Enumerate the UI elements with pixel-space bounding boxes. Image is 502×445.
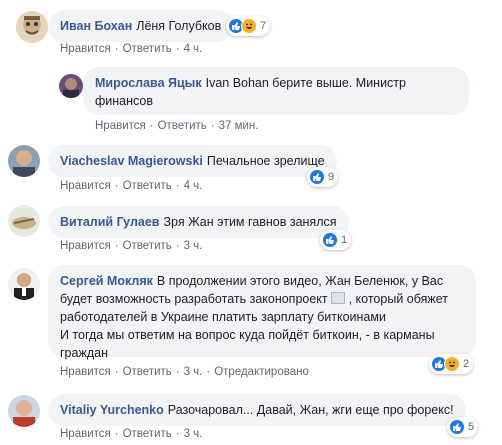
comment-actions: Нравится · Ответить · 4 ч. <box>60 180 202 192</box>
comment-text: Зря Жан этим гавнов занялся <box>163 215 337 229</box>
edited-label[interactable]: Отредактировано <box>214 366 309 378</box>
document-emoji-icon <box>331 292 346 304</box>
reactions-summary[interactable]: 5 <box>447 417 479 437</box>
comment-text: Лёня Голубков <box>136 19 222 33</box>
reaction-count: 1 <box>341 234 348 246</box>
comment-bubble: Мирослава Яцык Ivan Bohan берите выше. Ми… <box>83 67 469 115</box>
comment-text-line: финансов <box>95 94 154 108</box>
comment-author[interactable]: Сергей Мокляк <box>60 274 153 288</box>
comment-time[interactable]: 4 ч. <box>184 180 203 192</box>
comment-author[interactable]: Viacheslav Magierowski <box>60 154 203 168</box>
like-link[interactable]: Нравится <box>60 428 111 440</box>
comment-time[interactable]: 4 ч. <box>184 43 203 55</box>
like-icon <box>322 232 338 248</box>
comment-bubble: Viacheslav Magierowski Печальное зрелище <box>48 145 337 177</box>
avatar[interactable] <box>59 74 83 98</box>
separator: · <box>149 120 154 132</box>
reactions-summary[interactable]: 1 <box>320 230 352 250</box>
comment-time[interactable]: 3 ч. <box>184 428 203 440</box>
separator: · <box>114 180 119 192</box>
separator: · <box>210 120 215 132</box>
reply-link[interactable]: Ответить <box>123 180 172 192</box>
comment-time[interactable]: 37 мин. <box>219 120 259 132</box>
reply-link[interactable]: Ответить <box>123 428 172 440</box>
comment-actions: Нравится · Ответить · 4 ч. <box>60 43 202 55</box>
like-icon <box>449 419 465 435</box>
comment-text: Печальное зрелище <box>206 154 325 168</box>
reaction-count: 5 <box>468 421 475 433</box>
comment-author[interactable]: Иван Бохан <box>60 19 132 33</box>
comment-text-line: граждан <box>60 346 108 360</box>
like-icon <box>309 169 325 185</box>
comment-author[interactable]: Мирослава Яцык <box>95 76 202 90</box>
comment-text-line: будет возможность разработать законопрое… <box>60 292 328 306</box>
separator: · <box>175 366 180 378</box>
comment-text: В продолжении этого видео, Жан Беленюк, … <box>156 274 444 288</box>
comment-actions: Нравится · Ответить · 37 мин. <box>95 120 258 132</box>
comment-text-line: И тогда мы ответим на вопрос куда пойдёт… <box>60 328 435 342</box>
reaction-count: 2 <box>463 358 470 370</box>
comment-time[interactable]: 3 ч. <box>184 366 203 378</box>
avatar[interactable] <box>8 395 40 427</box>
avatar[interactable] <box>8 205 40 237</box>
like-link[interactable]: Нравится <box>60 43 111 55</box>
comment-time[interactable]: 3 ч. <box>184 240 203 252</box>
comment-text-line: работодателей в Украине платить зарплату… <box>60 310 386 324</box>
comment-author[interactable]: Vitaliy Yurchenko <box>60 403 164 417</box>
comment-actions: Нравится · Ответить · 3 ч. <box>60 428 202 440</box>
comment-text: Разочаровал... Давай, Жан, жги еще про ф… <box>167 403 454 417</box>
reactions-summary[interactable]: 9 <box>307 167 339 187</box>
separator: · <box>206 366 211 378</box>
reply-link[interactable]: Ответить <box>158 120 207 132</box>
reaction-count: 9 <box>328 171 335 183</box>
separator: · <box>175 180 180 192</box>
separator: · <box>114 240 119 252</box>
comment-bubble: Виталий Гулаев Зря Жан этим гавнов занялс… <box>48 206 349 238</box>
comment-author[interactable]: Виталий Гулаев <box>60 215 160 229</box>
haha-icon <box>241 18 257 34</box>
reply-link[interactable]: Ответить <box>123 240 172 252</box>
separator: · <box>114 366 119 378</box>
like-link[interactable]: Нравится <box>60 240 111 252</box>
separator: · <box>175 240 180 252</box>
comment-actions: Нравится · Ответить · 3 ч. · Отредактировано <box>60 366 309 378</box>
avatar[interactable] <box>8 145 40 177</box>
comment-bubble: Иван Бохан Лёня Голубков <box>48 10 234 42</box>
reply-link[interactable]: Ответить <box>123 43 172 55</box>
comment-text-line: , который обяжет <box>348 292 448 306</box>
like-link[interactable]: Нравится <box>60 366 111 378</box>
haha-icon <box>444 356 460 372</box>
separator: · <box>114 43 119 55</box>
like-link[interactable]: Нравится <box>95 120 146 132</box>
separator: · <box>175 428 180 440</box>
reactions-summary[interactable]: 2 <box>429 354 474 374</box>
comment-bubble: Сергей Мокляк В продолжении этого видео, … <box>48 265 476 360</box>
avatar[interactable] <box>16 11 48 43</box>
comment-actions: Нравится · Ответить · 3 ч. <box>60 240 202 252</box>
comment-bubble: Vitaliy Yurchenko Разочаровал... Давай, Ж… <box>48 394 466 426</box>
reaction-count: 7 <box>260 20 267 32</box>
avatar[interactable] <box>8 268 40 300</box>
like-link[interactable]: Нравится <box>60 180 111 192</box>
separator: · <box>175 43 180 55</box>
separator: · <box>114 428 119 440</box>
reactions-summary[interactable]: 7 <box>226 16 271 36</box>
reply-link[interactable]: Ответить <box>123 366 172 378</box>
comment-text: Ivan Bohan берите выше. Министр <box>205 76 406 90</box>
